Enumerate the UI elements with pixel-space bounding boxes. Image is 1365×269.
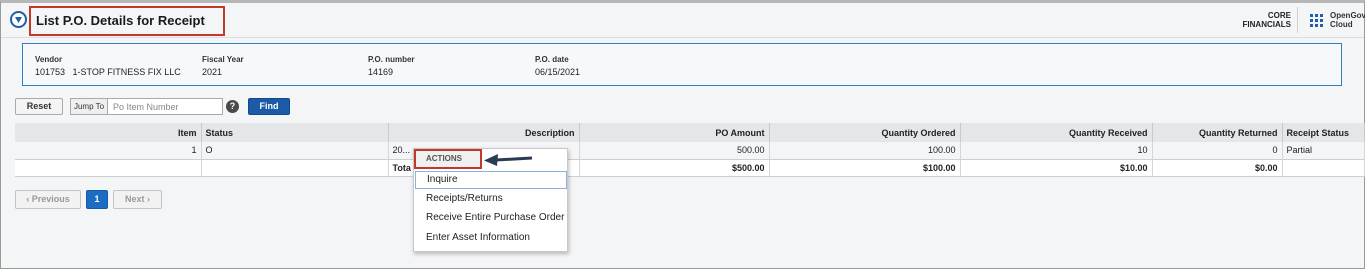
table-header-row: Item Status Description PO Amount Quanti…: [15, 123, 1365, 142]
fiscal-year-value: 2021: [202, 67, 223, 77]
po-item-number-input[interactable]: [108, 98, 223, 115]
previous-page-button[interactable]: ‹ Previous: [15, 190, 81, 209]
total-quantity-ordered: $100.00: [769, 158, 961, 177]
totals-row: Tota $500.00 $100.00 $10.00 $0.00: [15, 158, 1365, 177]
brand-line1: CORE: [1267, 11, 1291, 20]
help-icon[interactable]: ?: [226, 100, 239, 113]
app-grid-icon[interactable]: [1310, 14, 1323, 27]
brand-line2: FINANCIALS: [1242, 20, 1291, 29]
col-quantity-returned[interactable]: Quantity Returned: [1152, 123, 1283, 142]
po-info-panel: Vendor 101753 1-STOP FITNESS FIX LLC Fis…: [22, 43, 1342, 86]
header-divider-line: [1, 37, 1364, 38]
po-date-field: P.O. date 06/15/2021: [535, 55, 580, 77]
cell-quantity-returned: 0: [1152, 142, 1283, 159]
total-empty-3: [1282, 158, 1365, 177]
vendor-value: 101753 1-STOP FITNESS FIX LLC: [35, 67, 181, 77]
opengov-cloud-link[interactable]: OpenGov Cloud: [1330, 11, 1365, 29]
cell-quantity-ordered: 100.00: [769, 142, 961, 159]
po-date-label: P.O. date: [535, 55, 569, 64]
menu-item-receive-entire-po[interactable]: Receive Entire Purchase Order: [415, 209, 567, 227]
fiscal-year-field: Fiscal Year 2021: [202, 55, 244, 77]
title-highlight: List P.O. Details for Receipt: [29, 6, 225, 36]
col-item[interactable]: Item: [15, 123, 202, 142]
core-financials-logo: CORE FINANCIALS: [1233, 11, 1291, 29]
cell-receipt-status: Partial: [1282, 142, 1365, 159]
total-empty-1: [15, 158, 202, 177]
po-date-value: 06/15/2021: [535, 67, 581, 77]
header-divider: [1297, 7, 1298, 33]
app-frame: List P.O. Details for Receipt CORE FINAN…: [0, 0, 1365, 269]
menu-item-receipts-returns[interactable]: Receipts/Returns: [415, 190, 567, 208]
find-button[interactable]: Find: [248, 98, 290, 115]
fiscal-year-label: Fiscal Year: [202, 55, 244, 64]
cell-quantity-received: 10: [960, 142, 1153, 159]
table-row[interactable]: 1 O 20... 500.00 100.00 10 0 Partial: [15, 142, 1365, 159]
annotation-arrow-icon: [484, 154, 533, 166]
total-po-amount: $500.00: [579, 158, 770, 177]
po-details-table: Item Status Description PO Amount Quanti…: [15, 123, 1365, 177]
cell-item: 1: [15, 142, 202, 159]
vendor-field: Vendor 101753 1-STOP FITNESS FIX LLC: [35, 55, 181, 77]
po-number-value: 14169: [368, 67, 394, 77]
cell-status: O: [201, 142, 389, 159]
po-number-field: P.O. number 14169: [368, 55, 415, 77]
menu-item-inquire[interactable]: Inquire: [415, 171, 567, 189]
vendor-label: Vendor: [35, 55, 63, 64]
col-description[interactable]: Description: [388, 123, 580, 142]
collapse-toggle-icon[interactable]: [10, 11, 27, 28]
actions-heading: ACTIONS: [414, 149, 482, 169]
next-page-button[interactable]: Next ›: [113, 190, 162, 209]
page-title: List P.O. Details for Receipt: [36, 13, 205, 28]
reset-button[interactable]: Reset: [15, 98, 63, 115]
jump-to-label: Jump To: [70, 98, 108, 115]
page-1-button[interactable]: 1: [86, 190, 108, 209]
col-status[interactable]: Status: [201, 123, 389, 142]
total-quantity-received: $10.00: [960, 158, 1153, 177]
total-empty-2: [201, 158, 389, 177]
page-header: List P.O. Details for Receipt CORE FINAN…: [1, 5, 1365, 38]
cell-po-amount: 500.00: [579, 142, 770, 159]
col-receipt-status[interactable]: Receipt Status: [1282, 123, 1365, 142]
po-number-label: P.O. number: [368, 55, 415, 64]
col-quantity-ordered[interactable]: Quantity Ordered: [769, 123, 961, 142]
col-quantity-received[interactable]: Quantity Received: [960, 123, 1153, 142]
cloud-line1: OpenGov: [1330, 11, 1365, 20]
total-quantity-returned: $0.00: [1152, 158, 1283, 177]
menu-item-enter-asset-info[interactable]: Enter Asset Information: [415, 229, 567, 247]
col-po-amount[interactable]: PO Amount: [579, 123, 770, 142]
cloud-line2: Cloud: [1330, 20, 1353, 29]
